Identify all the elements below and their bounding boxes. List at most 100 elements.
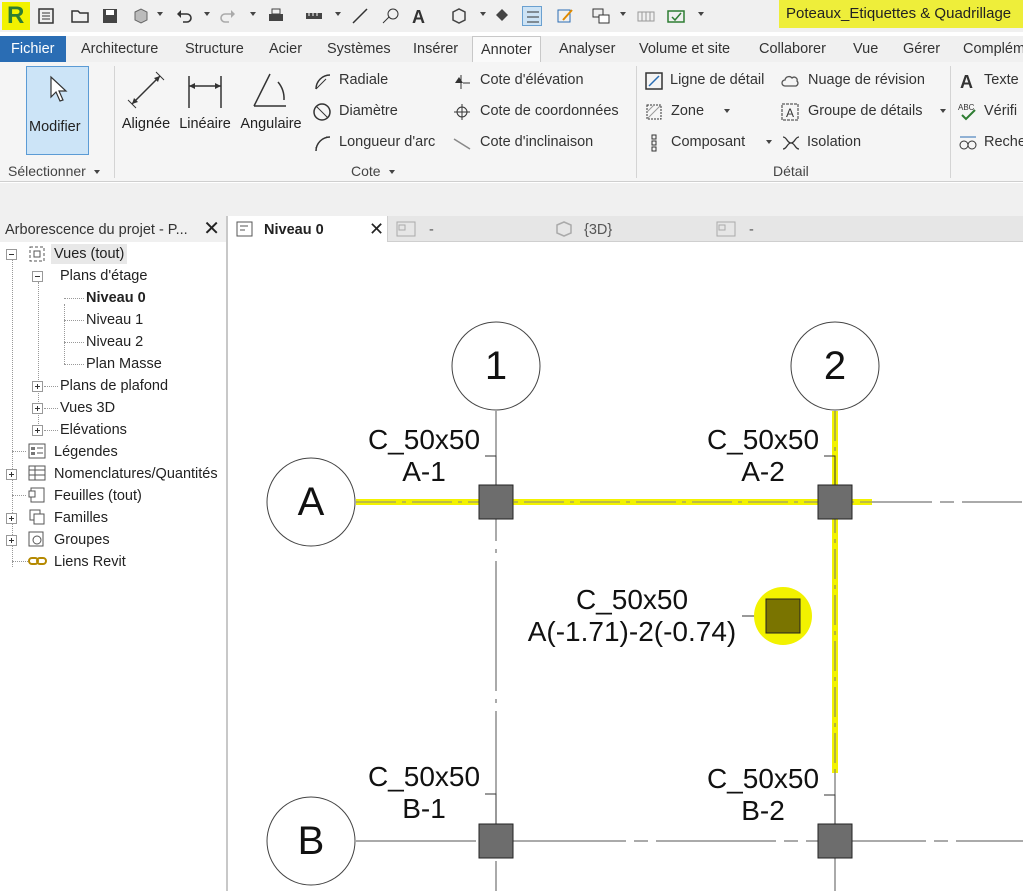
tab-analyser[interactable]: Analyser <box>559 36 615 62</box>
tab-structure[interactable]: Structure <box>185 36 244 62</box>
collapse-plans-toggle[interactable] <box>32 271 43 282</box>
save-icon[interactable] <box>100 6 120 26</box>
view-tab-niveau-0[interactable]: Niveau 0 ✕ <box>230 216 388 242</box>
tab-architecture[interactable]: Architecture <box>81 36 158 62</box>
tree-item-plan-masse[interactable]: Plan Masse <box>86 354 162 374</box>
modifier-button[interactable]: Modifier <box>26 66 89 155</box>
expand-groupes-toggle[interactable] <box>6 535 17 546</box>
tag-a1-type[interactable]: C_50x50 <box>354 424 494 456</box>
thin-lines-icon[interactable] <box>522 6 542 26</box>
expand-nomenclatures-toggle[interactable] <box>6 469 17 480</box>
expand-vues3d-toggle[interactable] <box>32 403 43 414</box>
tab-complements[interactable]: Complém <box>963 36 1023 62</box>
tree-item-familles[interactable]: Familles <box>54 508 108 528</box>
view-tab-2[interactable]: - <box>394 216 544 242</box>
section-icon[interactable] <box>492 6 512 26</box>
measure-icon[interactable] <box>304 6 324 26</box>
diameter-dimension-button[interactable]: Diamètre <box>312 100 452 122</box>
tab-gerer[interactable]: Gérer <box>903 36 940 62</box>
close-icon[interactable]: ✕ <box>203 218 220 240</box>
tree-item-niveau-1[interactable]: Niveau 1 <box>86 310 143 330</box>
expand-plafond-toggle[interactable] <box>32 381 43 392</box>
edit-icon[interactable] <box>555 6 575 26</box>
redo-icon[interactable] <box>218 6 238 26</box>
tag-selected-mark[interactable]: A(-1.71)-2(-0.74) <box>520 616 744 648</box>
radial-dimension-button[interactable]: Radiale <box>312 69 452 91</box>
tree-item-groupes[interactable]: Groupes <box>54 530 110 550</box>
tab-inserer[interactable]: Insérer <box>413 36 458 62</box>
sync-icon[interactable] <box>131 6 151 26</box>
text-button[interactable]: A Texte <box>958 69 1023 91</box>
expand-familles-toggle[interactable] <box>6 513 17 524</box>
tag-b1-mark[interactable]: B-1 <box>354 793 494 825</box>
families-icon <box>28 509 46 525</box>
tag-icon[interactable] <box>380 6 400 26</box>
tree-item-legendes[interactable]: Légendes <box>54 442 118 462</box>
detail-group-button[interactable]: A Groupe de détails <box>780 100 946 122</box>
column-selected[interactable] <box>765 598 801 634</box>
aligned-dimension-button[interactable]: Alignée <box>118 66 174 138</box>
print-icon[interactable] <box>266 6 286 26</box>
tag-a2-mark[interactable]: A-2 <box>693 456 833 488</box>
view-tab-4[interactable]: - <box>714 216 864 242</box>
tree-item-feuilles[interactable]: Feuilles (tout) <box>54 486 142 506</box>
region-button[interactable]: Zone <box>644 100 774 122</box>
view-tab-3d[interactable]: {3D} <box>554 216 704 242</box>
panel-cote-label[interactable]: Cote <box>351 163 395 179</box>
expand-elevations-toggle[interactable] <box>32 425 43 436</box>
revision-cloud-button[interactable]: Nuage de révision <box>780 69 945 91</box>
arc-length-button[interactable]: Longueur d'arc <box>312 131 452 153</box>
tree-item-vues[interactable]: Vues (tout) <box>51 244 128 264</box>
tab-systemes[interactable]: Systèmes <box>327 36 391 62</box>
collapse-vues-toggle[interactable] <box>6 249 17 260</box>
insulation-button[interactable]: Isolation <box>780 131 945 153</box>
tab-volume-et-site[interactable]: Volume et site <box>639 36 730 62</box>
undo-icon[interactable] <box>174 6 194 26</box>
tree-item-niveau-2[interactable]: Niveau 2 <box>86 332 143 352</box>
column-a-2[interactable] <box>817 484 853 520</box>
spelling-button[interactable]: ABC Vérifi <box>958 100 1023 122</box>
tag-b1-type[interactable]: C_50x50 <box>354 761 494 793</box>
close-hidden-icon[interactable] <box>636 6 656 26</box>
worksharing-icon[interactable] <box>666 6 686 26</box>
open-folder-icon[interactable] <box>70 6 90 26</box>
tag-a1-mark[interactable]: A-1 <box>354 456 494 488</box>
tree-item-plans-etage[interactable]: Plans d'étage <box>60 266 147 286</box>
component-button[interactable]: Composant <box>644 131 774 153</box>
switch-windows-icon[interactable] <box>591 6 611 26</box>
tab-collaborer[interactable]: Collaborer <box>759 36 826 62</box>
tree-item-elevations[interactable]: Elévations <box>60 420 127 440</box>
linear-dimension-button[interactable]: Linéaire <box>177 66 233 138</box>
spot-elevation-button[interactable]: Cote d'élévation <box>452 69 632 91</box>
tag-selected-type[interactable]: C_50x50 <box>520 584 744 616</box>
panel-select-label[interactable]: Sélectionner <box>8 163 100 179</box>
column-a-1[interactable] <box>478 484 514 520</box>
tag-b2-mark[interactable]: B-2 <box>693 795 833 827</box>
tab-fichier[interactable]: Fichier <box>0 36 66 62</box>
text-icon[interactable]: A <box>409 6 429 27</box>
column-b-1[interactable] <box>478 823 514 859</box>
detail-line-button[interactable]: Ligne de détail <box>644 69 774 91</box>
tab-annoter[interactable]: Annoter <box>472 36 541 62</box>
find-replace-button[interactable]: Reche <box>958 131 1023 153</box>
tab-vue[interactable]: Vue <box>853 36 878 62</box>
app-logo[interactable]: R <box>2 2 30 30</box>
3d-view-icon[interactable] <box>449 6 469 26</box>
tag-a2-type[interactable]: C_50x50 <box>693 424 833 456</box>
tree-item-vues-3d[interactable]: Vues 3D <box>60 398 115 418</box>
tree-item-nomenclatures[interactable]: Nomenclatures/Quantités <box>54 464 226 484</box>
recent-files-icon[interactable] <box>36 6 56 26</box>
tree-item-niveau-0[interactable]: Niveau 0 <box>86 288 146 308</box>
column-b-2[interactable] <box>817 823 853 859</box>
tree-item-plans-plafond[interactable]: Plans de plafond <box>60 376 168 396</box>
drawing-canvas[interactable]: 1 2 A B C_50x50 A-1 C_50x50 A-2 C_50x50 … <box>230 243 1023 891</box>
tab-acier[interactable]: Acier <box>269 36 302 62</box>
tree-item-liens-revit[interactable]: Liens Revit <box>54 552 126 572</box>
angular-dimension-button[interactable]: Angulaire <box>238 66 304 138</box>
options-bar <box>0 183 1023 216</box>
close-view-icon[interactable]: ✕ <box>369 215 384 243</box>
spot-coordinate-button[interactable]: Cote de coordonnées <box>452 100 632 122</box>
aligned-dimension-icon[interactable] <box>350 6 370 26</box>
tag-b2-type[interactable]: C_50x50 <box>693 763 833 795</box>
spot-slope-button[interactable]: Cote d'inclinaison <box>452 131 632 153</box>
